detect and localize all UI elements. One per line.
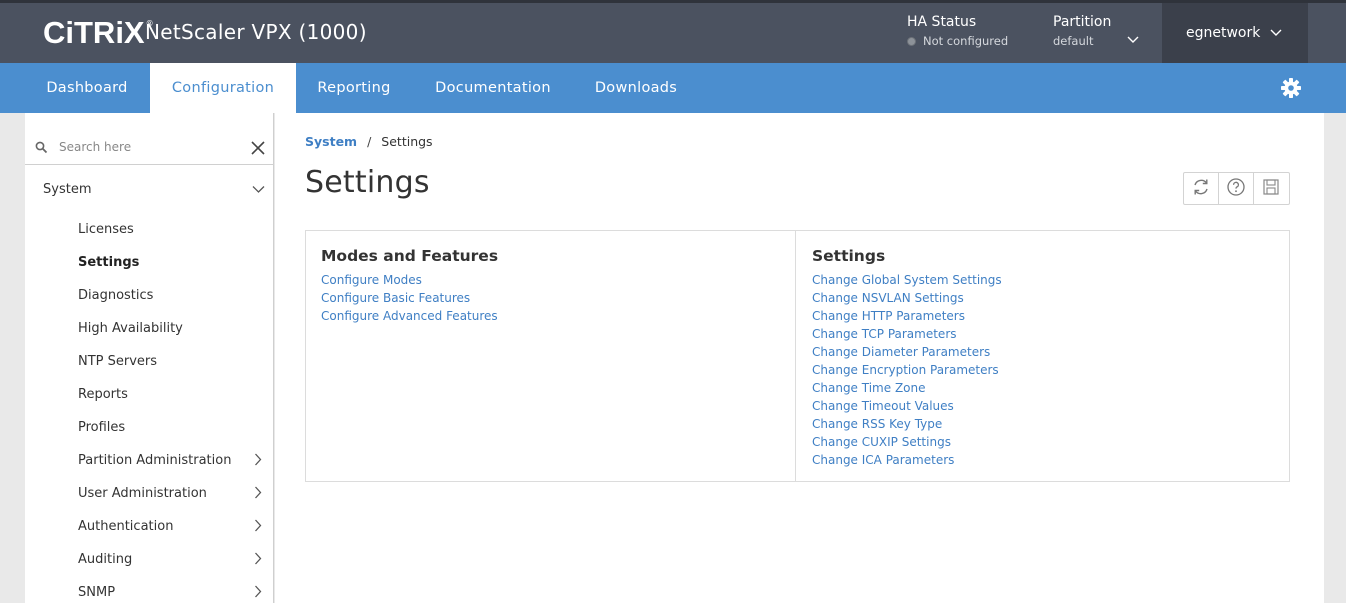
main-content: System / Settings Settings Modes and Fea…: [275, 113, 1324, 603]
sidebar-item-reports[interactable]: Reports: [78, 382, 274, 406]
sidebar-item-profiles[interactable]: Profiles: [78, 415, 274, 439]
change-time-zone-link[interactable]: Change Time Zone: [812, 379, 1002, 397]
search-input[interactable]: [59, 136, 239, 158]
breadcrumb-system-link[interactable]: System: [305, 134, 357, 149]
ha-status-value: Not configured: [923, 34, 1009, 48]
sidebar-item-snmp[interactable]: SNMP: [78, 580, 274, 603]
tab-documentation[interactable]: Documentation: [420, 63, 566, 113]
sidebar-item-label: Authentication: [78, 518, 174, 534]
refresh-icon: [1191, 177, 1211, 201]
ha-status-row: Not configured: [907, 34, 1008, 48]
gear-icon[interactable]: [1280, 77, 1302, 99]
configure-modes-link[interactable]: Configure Modes: [321, 271, 498, 289]
help-button[interactable]: [1219, 173, 1254, 204]
sidebar-item-label: Reports: [78, 386, 128, 402]
change-diameter-parameters-link[interactable]: Change Diameter Parameters: [812, 343, 1002, 361]
main-nav: Dashboard Configuration Reporting Docume…: [0, 63, 1346, 113]
change-cuxip-settings-link[interactable]: Change CUXIP Settings: [812, 433, 1002, 451]
close-icon[interactable]: [249, 139, 267, 161]
settings-title: Settings: [812, 247, 886, 265]
change-global-system-settings-link[interactable]: Change Global System Settings: [812, 271, 1002, 289]
change-ica-parameters-link[interactable]: Change ICA Parameters: [812, 451, 1002, 469]
logo-text: CiTRiX: [43, 15, 145, 50]
sidebar-section-label: System: [43, 181, 92, 197]
partition-value: default: [1053, 34, 1094, 48]
change-timeout-values-link[interactable]: Change Timeout Values: [812, 397, 1002, 415]
sidebar-section-system[interactable]: System: [25, 173, 274, 205]
partition-label: Partition: [1053, 14, 1112, 30]
sidebar-item-label: Diagnostics: [78, 287, 154, 303]
page-toolbar: [1183, 172, 1290, 205]
settings-column: Settings Change Global System Settings C…: [797, 231, 1289, 481]
save-icon: [1262, 178, 1280, 200]
ha-status: HA Status Not configured: [907, 14, 1008, 48]
sidebar: System Licenses Settings Diagnostics Hig…: [25, 113, 274, 603]
settings-panel: Modes and Features Configure Modes Confi…: [305, 230, 1290, 482]
chevron-right-icon: [254, 552, 262, 569]
search-icon: [35, 139, 48, 158]
change-encryption-parameters-link[interactable]: Change Encryption Parameters: [812, 361, 1002, 379]
modes-features-title: Modes and Features: [321, 247, 499, 265]
top-header: CiTRiX ® NetScaler VPX (1000) HA Status …: [0, 0, 1346, 63]
help-icon: [1226, 177, 1246, 201]
sidebar-item-high-availability[interactable]: High Availability: [78, 316, 274, 340]
sidebar-item-label: SNMP: [78, 584, 116, 600]
breadcrumb: System / Settings: [305, 134, 433, 149]
ha-status-label: HA Status: [907, 14, 977, 30]
sidebar-item-partition-administration[interactable]: Partition Administration: [78, 448, 274, 472]
chevron-down-icon: [252, 183, 265, 198]
sidebar-item-label: Settings: [78, 254, 140, 270]
chevron-down-icon[interactable]: [1127, 29, 1139, 48]
change-rss-key-type-link[interactable]: Change RSS Key Type: [812, 415, 1002, 433]
breadcrumb-separator: /: [367, 134, 372, 149]
sidebar-item-licenses[interactable]: Licenses: [78, 217, 274, 241]
status-dot-icon: [907, 36, 916, 46]
chevron-down-icon: [1270, 29, 1282, 37]
change-http-parameters-link[interactable]: Change HTTP Parameters: [812, 307, 1002, 325]
product-title: NetScaler VPX (1000): [145, 20, 367, 44]
sidebar-item-label: Auditing: [78, 551, 133, 567]
partition-selector[interactable]: Partition default: [1053, 14, 1111, 48]
citrix-logo: CiTRiX ®: [43, 13, 154, 53]
modes-features-column: Modes and Features Configure Modes Confi…: [306, 231, 796, 481]
page-title: Settings: [305, 165, 430, 200]
chevron-right-icon: [254, 585, 262, 602]
modes-features-links: Configure Modes Configure Basic Features…: [321, 271, 498, 325]
configure-basic-features-link[interactable]: Configure Basic Features: [321, 289, 498, 307]
sidebar-item-diagnostics[interactable]: Diagnostics: [78, 283, 274, 307]
user-name: egnetwork: [1186, 25, 1261, 41]
sidebar-search: [25, 131, 274, 165]
tab-dashboard[interactable]: Dashboard: [25, 63, 149, 113]
user-menu[interactable]: egnetwork: [1162, 3, 1308, 63]
tab-reporting[interactable]: Reporting: [300, 63, 408, 113]
tab-downloads[interactable]: Downloads: [580, 63, 692, 113]
breadcrumb-current: Settings: [381, 134, 433, 149]
chevron-right-icon: [254, 519, 262, 536]
tab-configuration[interactable]: Configuration: [150, 63, 296, 113]
sidebar-item-label: Partition Administration: [78, 452, 232, 468]
chevron-right-icon: [254, 486, 262, 503]
sidebar-item-user-administration[interactable]: User Administration: [78, 481, 274, 505]
sidebar-item-ntp-servers[interactable]: NTP Servers: [78, 349, 274, 373]
sidebar-item-label: NTP Servers: [78, 353, 158, 369]
configure-advanced-features-link[interactable]: Configure Advanced Features: [321, 307, 498, 325]
settings-links: Change Global System Settings Change NSV…: [812, 271, 1002, 469]
sidebar-item-authentication[interactable]: Authentication: [78, 514, 274, 538]
change-nsvlan-settings-link[interactable]: Change NSVLAN Settings: [812, 289, 1002, 307]
sidebar-item-label: High Availability: [78, 320, 183, 336]
save-button[interactable]: [1254, 173, 1289, 204]
sidebar-item-label: User Administration: [78, 485, 207, 501]
sidebar-item-auditing[interactable]: Auditing: [78, 547, 274, 571]
sidebar-item-settings[interactable]: Settings: [78, 250, 274, 274]
change-tcp-parameters-link[interactable]: Change TCP Parameters: [812, 325, 1002, 343]
chevron-right-icon: [254, 453, 262, 470]
refresh-button[interactable]: [1184, 173, 1219, 204]
sidebar-item-label: Profiles: [78, 419, 126, 435]
sidebar-item-label: Licenses: [78, 221, 134, 237]
